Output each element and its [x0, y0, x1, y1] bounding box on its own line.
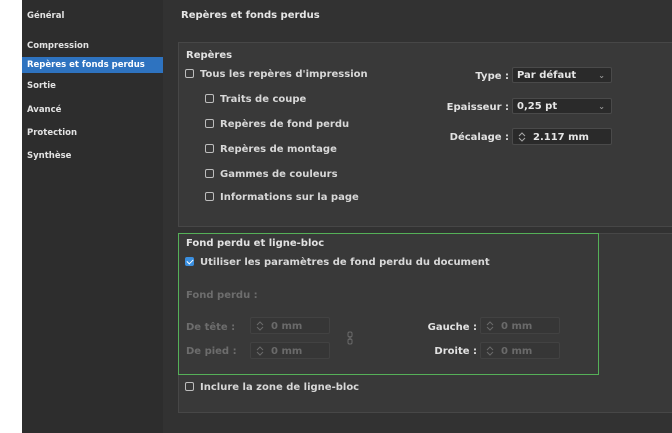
stepper-icon[interactable] [256, 346, 264, 356]
checkbox-box [185, 69, 194, 78]
pdf-export-dialog: Général Compression Repères et fonds per… [0, 0, 672, 433]
marks-heading: Repères [186, 50, 233, 61]
crop-marks-checkbox[interactable]: Traits de coupe [205, 93, 306, 107]
checkbox-box [205, 192, 214, 201]
stepper-icon[interactable] [486, 321, 494, 331]
top-bleed-label: De tête : [186, 322, 236, 333]
type-select[interactable]: Par défaut ⌄ [512, 67, 612, 83]
sidebar-item-general[interactable]: Général [27, 8, 64, 24]
bleed-heading: Fond perdu et ligne-bloc [186, 238, 325, 249]
top-bleed-input[interactable]: 0 mm [250, 317, 330, 334]
checkbox-box [205, 94, 214, 103]
stepper-icon[interactable] [256, 321, 264, 331]
color-bars-checkbox[interactable]: Gammes de couleurs [205, 168, 338, 182]
chain-link-icon[interactable] [347, 330, 353, 345]
type-label: Type : [475, 71, 509, 82]
page-title: Repères et fonds perdus [181, 10, 320, 21]
include-slug-area-checkbox[interactable]: Inclure la zone de ligne-bloc [185, 381, 359, 395]
sidebar-item-marks-and-bleeds[interactable]: Repères et fonds perdus [22, 57, 163, 73]
sidebar-item-protection[interactable]: Protection [27, 125, 77, 141]
right-bleed-label: Droite : [434, 346, 477, 357]
left-bleed-input[interactable]: 0 mm [480, 317, 560, 334]
sidebar-item-compression[interactable]: Compression [27, 38, 89, 54]
main-panel: Repères et fonds perdus Repères Tous les… [163, 0, 672, 433]
stepper-icon[interactable] [486, 346, 494, 356]
bleed-marks-checkbox[interactable]: Repères de fond perdu [205, 118, 349, 132]
sidebar: Général Compression Repères et fonds per… [22, 0, 163, 433]
page-information-checkbox[interactable]: Informations sur la page [205, 191, 359, 205]
sidebar-item-advanced[interactable]: Avancé [27, 102, 61, 118]
weight-label: Epaisseur : [446, 102, 509, 113]
checkbox-box [185, 257, 194, 266]
checkbox-box [205, 119, 214, 128]
chevron-down-icon: ⌄ [598, 71, 605, 80]
checkbox-box [205, 144, 214, 153]
chevron-down-icon: ⌄ [598, 102, 605, 111]
sidebar-item-summary[interactable]: Synthèse [27, 148, 71, 164]
right-bleed-input[interactable]: 0 mm [480, 342, 560, 359]
sidebar-item-output[interactable]: Sortie [27, 78, 56, 94]
bottom-bleed-label: De pied : [186, 346, 237, 357]
use-document-bleed-checkbox[interactable]: Utiliser les paramètres de fond perdu du… [185, 256, 490, 270]
checkbox-box [185, 382, 194, 391]
weight-select[interactable]: 0,25 pt ⌄ [512, 98, 612, 114]
bleed-label: Fond perdu : [186, 290, 258, 301]
checkbox-box [205, 169, 214, 178]
offset-input[interactable]: 2.117 mm [512, 128, 612, 145]
bottom-bleed-input[interactable]: 0 mm [250, 342, 330, 359]
offset-label: Décalage : [449, 132, 509, 143]
left-bleed-label: Gauche : [427, 322, 477, 333]
stepper-icon[interactable] [518, 132, 526, 142]
registration-marks-checkbox[interactable]: Repères de montage [205, 143, 337, 157]
all-printer-marks-checkbox[interactable]: Tous les repères d'impression [185, 68, 368, 82]
